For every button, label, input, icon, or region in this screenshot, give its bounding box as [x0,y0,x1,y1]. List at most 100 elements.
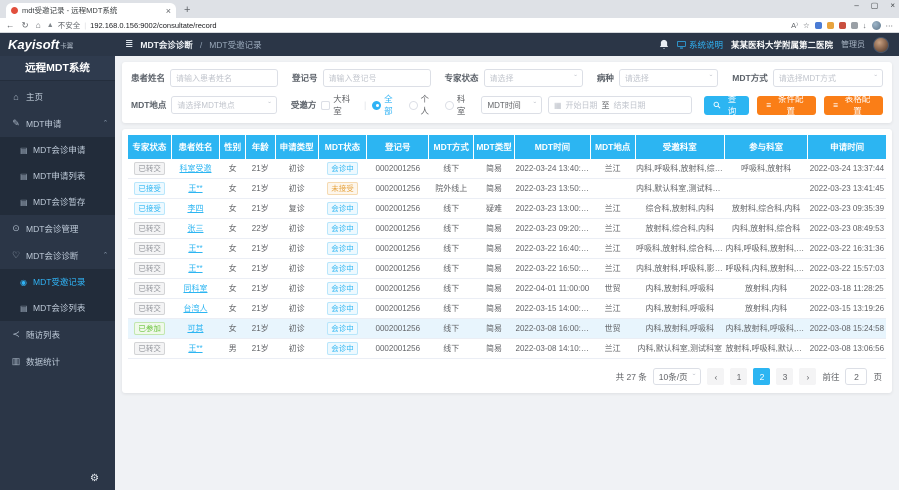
mdt-mode-select[interactable]: 请选择MDT方式 ˇ [773,69,883,87]
sidebar-subitem-MDT会诊暂存[interactable]: ▤MDT会诊暂存 [0,189,115,215]
extension-icon-1[interactable] [815,22,822,29]
records-table-panel: 专家状态患者姓名性别年龄申请类型MDT状态登记号MDT方式MDT类型MDT时间M… [122,129,892,393]
url-field[interactable]: ▲ 不安全 | 192.168.0.156:9002/consultate/re… [47,20,785,31]
page-size-select[interactable]: 10条/页 ˇ [653,368,702,385]
cell-time: 2022-03-23 13:00:00 [515,199,591,219]
patient-name-link[interactable]: 科室受邀 [179,164,211,173]
big-dept-checkbox[interactable] [321,101,330,110]
window-maximize-button[interactable]: ▢ [871,1,879,10]
patient-name-link[interactable]: 王** [188,344,202,353]
chevron-down-icon: ˇ [268,101,271,110]
patient-name-link[interactable]: 王** [188,184,202,193]
user-avatar[interactable] [873,37,889,53]
cell-apply_type: 复诊 [275,199,318,219]
table-row[interactable]: 已转交王**女21岁初诊会诊中0002001256线下简易2022-03-22 … [128,259,886,279]
sidebar-subitem-MDT申请列表[interactable]: ▤MDT申请列表 [0,163,115,189]
notification-bell-icon[interactable] [659,39,669,50]
disease-select[interactable]: 请选择 ˇ [619,69,718,87]
sidebar-item-MDT会诊诊断[interactable]: ♡MDT会诊诊断ˆ [0,242,115,269]
cell-gender: 女 [220,319,246,339]
invitee-radio-dept[interactable] [445,101,454,110]
page-button-2[interactable]: 2 [753,368,770,385]
reg-no-input[interactable] [323,69,431,87]
sidebar-subitem-MDT会诊列表[interactable]: ▤MDT会诊列表 [0,295,115,321]
breadcrumb-parent: MDT会诊诊断 [140,39,192,51]
read-aloud-icon[interactable]: A⁾ [791,21,798,30]
refresh-button[interactable]: ↻ [22,20,29,31]
cell-joined: 内科,放射科,综合科 [724,219,807,239]
cell-mode: 院外线上 [429,179,474,199]
invitee-radio-all-label[interactable]: 全部 [384,93,401,117]
patient-name-input[interactable] [170,69,278,87]
patient-name-link[interactable]: 可其 [187,324,203,333]
home-button[interactable]: ⌂ [36,20,41,31]
extension-icon-4[interactable] [851,22,858,29]
browser-tab[interactable]: mdt受邀记录 - 远程MDT系统 × [6,3,176,18]
cell-mode: 线下 [429,339,474,359]
column-header-MDT类型: MDT类型 [474,135,515,159]
patient-name-link[interactable]: 王** [188,244,202,253]
prev-page-button[interactable]: ‹ [707,368,724,385]
cell-invited: 综合科,放射科,内科 [635,199,724,219]
extension-icon-2[interactable] [827,22,834,29]
table-row[interactable]: 已转交张三女22岁初诊会诊中0002001256线下简易2022-03-23 0… [128,219,886,239]
big-dept-checkbox-label[interactable]: 大科室 [333,93,358,117]
downloads-icon[interactable]: ↓ [863,21,867,30]
new-tab-button[interactable]: + [184,3,190,18]
date-range-picker[interactable]: ▦ 开始日期 至 结束日期 [548,96,692,114]
sidebar-item-随访列表[interactable]: ≺随访列表 [0,321,115,348]
url-text: 192.168.0.156:9002/consultate/record [90,21,216,30]
cell-gender: 女 [220,279,246,299]
system-help-button[interactable]: 系统说明 [677,39,723,51]
sidebar-item-数据统计[interactable]: ▥数据统计 [0,348,115,375]
patient-name-link[interactable]: 台湾人 [183,304,207,313]
settings-gear-icon[interactable]: ⚙ [90,473,99,484]
next-page-button[interactable]: › [799,368,816,385]
table-row[interactable]: 已参加可其女21岁初诊会诊中0002001256线下简易2022-03-08 1… [128,319,886,339]
fold-menu-icon[interactable]: ≣ [125,39,133,50]
invitee-radio-personal[interactable] [409,101,418,110]
table-row[interactable]: 已转交王**女21岁初诊会诊中0002001256线下简易2022-03-22 … [128,239,886,259]
sidebar-item-主页[interactable]: ⌂主页 [0,83,115,110]
patient-name-link[interactable]: 王** [188,264,202,273]
cell-mode: 线下 [429,319,474,339]
table-config-button[interactable]: ≡ 表格配置 [824,96,883,115]
patient-name-link[interactable]: 同科室 [183,284,207,293]
sidebar-subitem-MDT受邀记录[interactable]: ◉MDT受邀记录 [0,269,115,295]
invitee-radio-personal-label[interactable]: 个人 [421,93,438,117]
cell-apply_type: 初诊 [275,279,318,299]
window-close-button[interactable]: × [890,1,895,10]
table-row[interactable]: 已接受李四女21岁复诊会诊中0002001256线下疑难2022-03-23 1… [128,199,886,219]
patient-name-link[interactable]: 张三 [187,224,203,233]
submenu-item-icon: ▤ [20,172,29,181]
table-row[interactable]: 已转交王**男21岁初诊会诊中0002001256线下简易2022-03-08 … [128,339,886,359]
table-row[interactable]: 已转交同科室女21岁初诊会诊中0002001256线下简易2022-04-01 … [128,279,886,299]
sidebar-item-MDT申请[interactable]: ✎MDT申请ˆ [0,110,115,137]
browser-profile-avatar[interactable] [872,21,881,30]
favorite-icon[interactable]: ☆ [803,21,810,30]
table-row[interactable]: 已转交台湾人女21岁初诊会诊中0002001256线下简易2022-03-15 … [128,299,886,319]
search-button[interactable]: 查询 [704,96,749,115]
mdt-place-select[interactable]: 请选择MDT地点 ˇ [171,96,276,114]
invitee-radio-dept-label[interactable]: 科室 [457,93,474,117]
browser-menu-icon[interactable]: ⋯ [886,21,894,30]
table-row[interactable]: 已接受王**女21岁初诊未接受0002001256院外线上简易2022-03-2… [128,179,886,199]
sidebar-item-MDT会诊管理[interactable]: ⊙MDT会诊管理 [0,215,115,242]
invitee-radio-all[interactable] [372,101,381,110]
table-row[interactable]: 已转交科室受邀女21岁初诊会诊中0002001256线下简易2022-03-24… [128,159,886,179]
extension-icon-3[interactable] [839,22,846,29]
condition-config-button[interactable]: ≡ 条件配置 [757,96,816,115]
page-button-3[interactable]: 3 [776,368,793,385]
home-icon: ⌂ [11,92,21,102]
time-type-select[interactable]: MDT时间 ˇ [481,96,542,114]
expert-status-select[interactable]: 请选择 ˇ [484,69,583,87]
window-minimize-button[interactable]: – [854,1,858,10]
patient-name-link[interactable]: 李四 [187,204,203,213]
sidebar-subitem-MDT会诊申请[interactable]: ▤MDT会诊申请 [0,137,115,163]
page-button-1[interactable]: 1 [730,368,747,385]
back-button[interactable]: ← [6,20,15,31]
tab-close-icon[interactable]: × [166,6,171,16]
cell-gender: 女 [220,159,246,179]
goto-page-input[interactable] [845,368,867,385]
content-area: 患者姓名 登记号 专家状态 请选择 ˇ 病种 请选择 ˇ [115,56,899,490]
